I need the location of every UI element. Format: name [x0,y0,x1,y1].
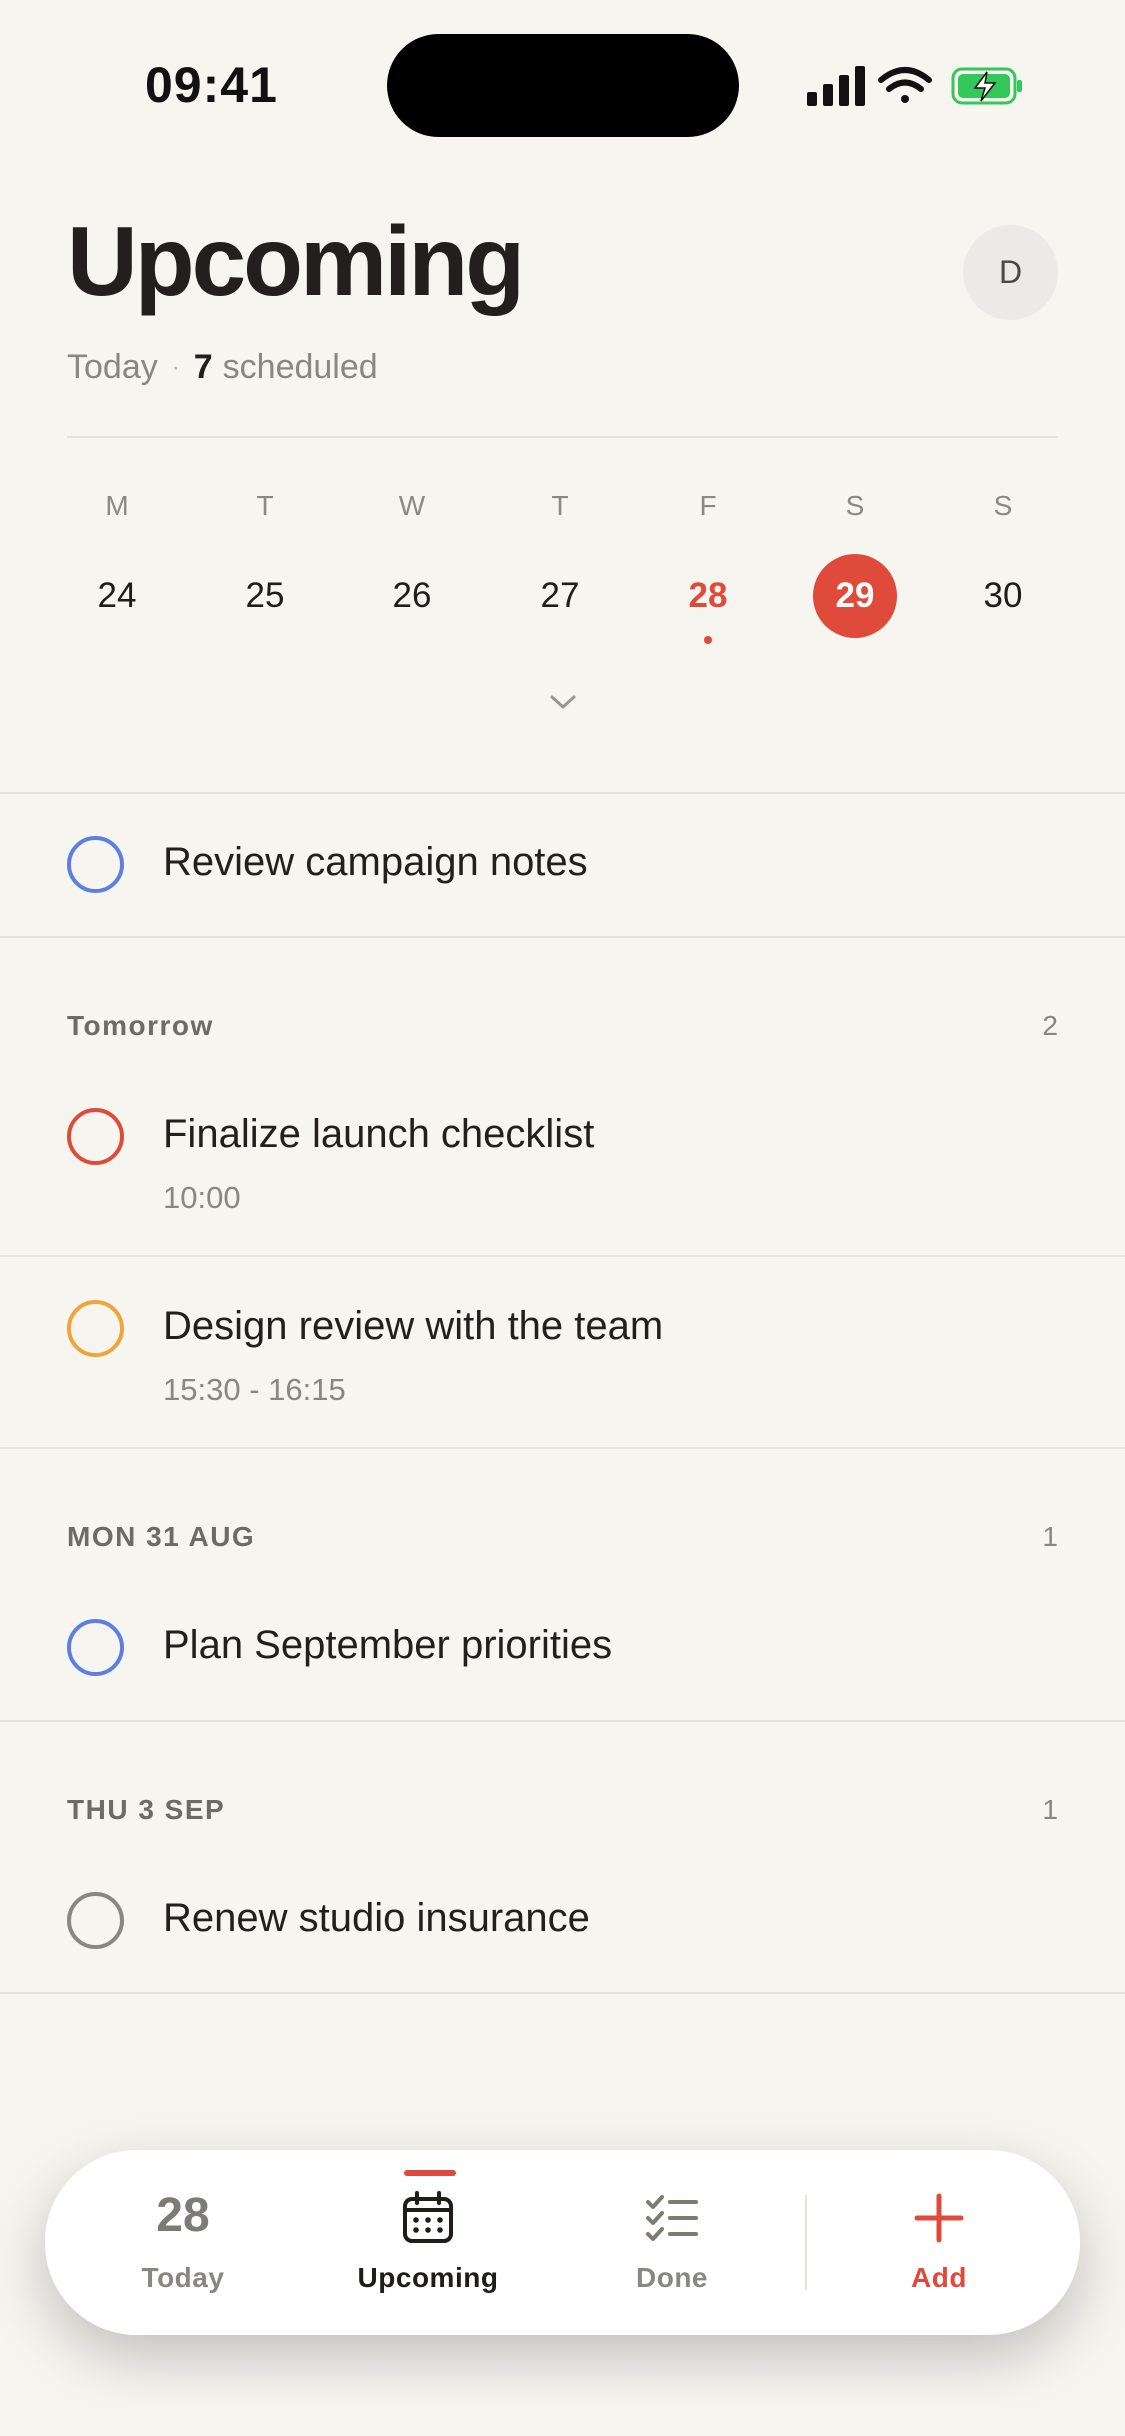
divider [0,1992,1125,1994]
task-checkbox[interactable] [67,1892,124,1949]
section-count: 1 [1042,1794,1058,1825]
task-title: Design review with the team [163,1304,664,1348]
weekday-label: S [993,490,1013,521]
day-number: 24 [97,576,137,615]
section-label: Tomorrow [67,1010,214,1041]
tab-upcoming[interactable]: Upcoming [328,2150,528,2335]
day-number: 28 [688,576,728,615]
task-checkbox[interactable] [67,836,124,893]
dynamic-island [387,34,739,137]
section-label: THU 3 SEP [67,1794,226,1825]
weekday-label: W [398,490,426,521]
summary-separator: · [171,353,180,381]
day-number: 27 [540,576,580,615]
day-number: 26 [392,576,432,615]
page-title: Upcoming [67,206,525,316]
tab-label: Add [911,2262,967,2293]
tab-bar: 28 Today Upcoming Done Add [45,2150,1080,2335]
avatar[interactable]: D [963,225,1058,320]
scheduled-count: 7 [193,348,213,386]
day-friday-today[interactable]: F 28 [648,490,768,644]
task-checkbox[interactable] [67,1619,124,1676]
calendar-icon [403,2191,453,2243]
weekday-label: T [256,490,274,521]
weekday-label: S [845,490,865,521]
tab-divider [805,2195,807,2290]
day-number: 25 [245,576,285,615]
section-count: 2 [1042,1010,1058,1041]
active-tab-indicator [404,2170,456,2176]
status-icons [807,66,1022,106]
wifi-icon [878,67,932,103]
day-monday[interactable]: M 24 [57,490,177,638]
day-thursday[interactable]: T 27 [500,490,620,638]
task-checkbox[interactable] [67,1300,124,1357]
summary-prefix: Today [67,348,158,386]
schedule-summary: Today · 7 scheduled [67,348,378,387]
checklist-icon [646,2195,698,2241]
task-checkbox[interactable] [67,1108,124,1165]
divider [0,1255,1125,1257]
status-bar: 09:41 [0,0,1125,170]
weekday-label: M [105,490,129,521]
day-wednesday[interactable]: W 26 [352,490,472,638]
header-divider [67,436,1058,438]
task-title: Plan September priorities [163,1623,613,1667]
divider [0,1720,1125,1722]
task-title: Renew studio insurance [163,1896,590,1940]
divider [0,1447,1125,1449]
chevron-down-icon[interactable] [548,692,578,712]
task-title: Finalize launch checklist [163,1112,595,1156]
plus-icon [914,2193,964,2243]
section-label: MON 31 AUG [67,1521,256,1552]
battery-charging-icon [951,67,1022,105]
day-sunday[interactable]: S 30 [943,490,1063,638]
task-title: Review campaign notes [163,840,588,884]
weekday-label: F [699,490,717,521]
scheduled-label: scheduled [222,348,378,386]
tab-label: Upcoming [357,2262,499,2293]
divider [0,936,1125,938]
day-tuesday[interactable]: T 25 [205,490,325,638]
day-number: 30 [983,576,1023,615]
add-button[interactable]: Add [839,2150,1039,2335]
today-indicator-dot [704,636,712,644]
task-time: 15:30 - 16:15 [163,1372,346,1407]
tab-today[interactable]: 28 Today [83,2150,283,2335]
tab-label: Done [636,2262,708,2293]
day-number: 29 [813,554,897,638]
day-saturday-selected[interactable]: S 29 [795,490,915,638]
task-time: 10:00 [163,1180,241,1215]
tab-done[interactable]: Done [572,2150,772,2335]
divider [0,792,1125,794]
tab-label: Today [141,2262,225,2293]
cellular-signal-icon [807,66,865,106]
section-count: 1 [1042,1521,1058,1552]
status-time: 09:41 [145,57,278,113]
weekday-label: T [551,490,569,521]
today-date-icon: 28 [156,2189,210,2242]
